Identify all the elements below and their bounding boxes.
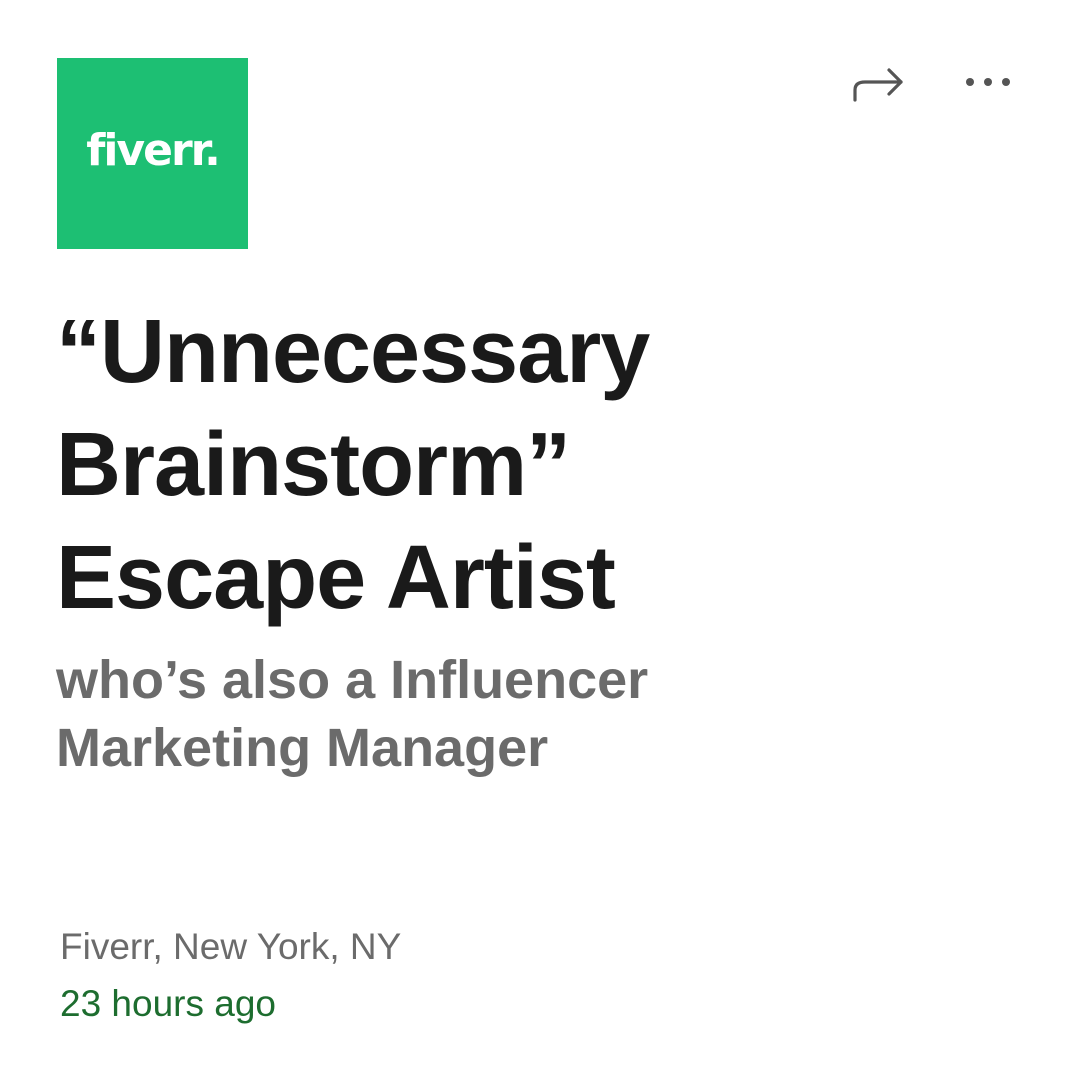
- job-subtitle-line: who’s also a Influencer: [56, 650, 649, 710]
- more-dots-icon: [966, 78, 1010, 86]
- share-arrow-icon: [853, 68, 903, 102]
- posted-time: 23 hours ago: [60, 983, 277, 1024]
- job-card[interactable]: fiverr. “Unnecessary Brainstorm” Escape …: [0, 0, 1080, 1080]
- job-title-line: Brainstorm”: [56, 415, 571, 515]
- company-logo: fiverr.: [57, 58, 248, 249]
- job-title-line: Escape Artist: [56, 528, 616, 628]
- job-subtitle: who’s also a Influencer Marketing Manage…: [56, 646, 1056, 782]
- job-location: Fiverr, New York, NY: [60, 926, 402, 967]
- job-subtitle-line: Marketing Manager: [56, 718, 549, 778]
- job-title[interactable]: “Unnecessary Brainstorm” Escape Artist: [56, 296, 1056, 635]
- company-logo-text: fiverr.: [86, 125, 221, 176]
- more-options-button[interactable]: [955, 58, 1021, 106]
- share-button[interactable]: [845, 58, 909, 106]
- job-title-line: “Unnecessary: [56, 302, 650, 402]
